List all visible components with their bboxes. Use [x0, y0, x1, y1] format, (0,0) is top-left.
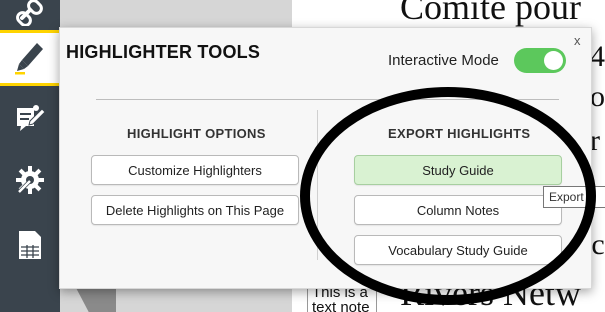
table-grid-icon — [17, 229, 43, 261]
settings-wrench-icon — [14, 164, 46, 196]
toggle-knob — [544, 51, 563, 70]
link-tool-button[interactable] — [0, 0, 60, 32]
settings-tool-button[interactable] — [0, 155, 60, 205]
interactive-mode-label: Interactive Mode — [388, 52, 499, 69]
column-notes-button[interactable]: Column Notes — [354, 195, 562, 225]
export-tooltip: Export hi — [543, 186, 605, 208]
table-tool-button[interactable] — [0, 220, 60, 270]
export-highlights-heading: EXPORT HIGHLIGHTS — [388, 126, 531, 141]
note-tool-button[interactable] — [0, 94, 60, 142]
customize-highlighters-button[interactable]: Customize Highlighters — [91, 155, 299, 185]
header-divider — [96, 99, 559, 100]
highlight-options-heading: HIGHLIGHT OPTIONS — [127, 126, 266, 141]
highlighter-pen-icon — [14, 41, 45, 75]
study-guide-button[interactable]: Study Guide — [354, 155, 562, 185]
panel-title: HIGHLIGHTER TOOLS — [66, 42, 261, 62]
vocabulary-study-guide-button[interactable]: Vocabulary Study Guide — [354, 235, 562, 265]
interactive-mode-toggle[interactable] — [514, 48, 566, 73]
left-toolbar — [0, 0, 62, 312]
document-text-fragment: o — [590, 80, 605, 113]
document-heading-text: Comite pour — [400, 0, 581, 27]
highlighter-tool-button[interactable] — [0, 30, 62, 86]
link-icon — [16, 0, 44, 26]
highlighter-tools-panel: HIGHLIGHTER TOOLS x Interactive Mode HIG… — [59, 27, 592, 289]
column-divider — [317, 110, 318, 260]
close-button[interactable]: x — [574, 33, 581, 48]
document-text-fragment: 4 — [590, 40, 605, 73]
note-edit-icon — [14, 102, 46, 134]
delete-highlights-button[interactable]: Delete Highlights on This Page — [91, 195, 299, 225]
